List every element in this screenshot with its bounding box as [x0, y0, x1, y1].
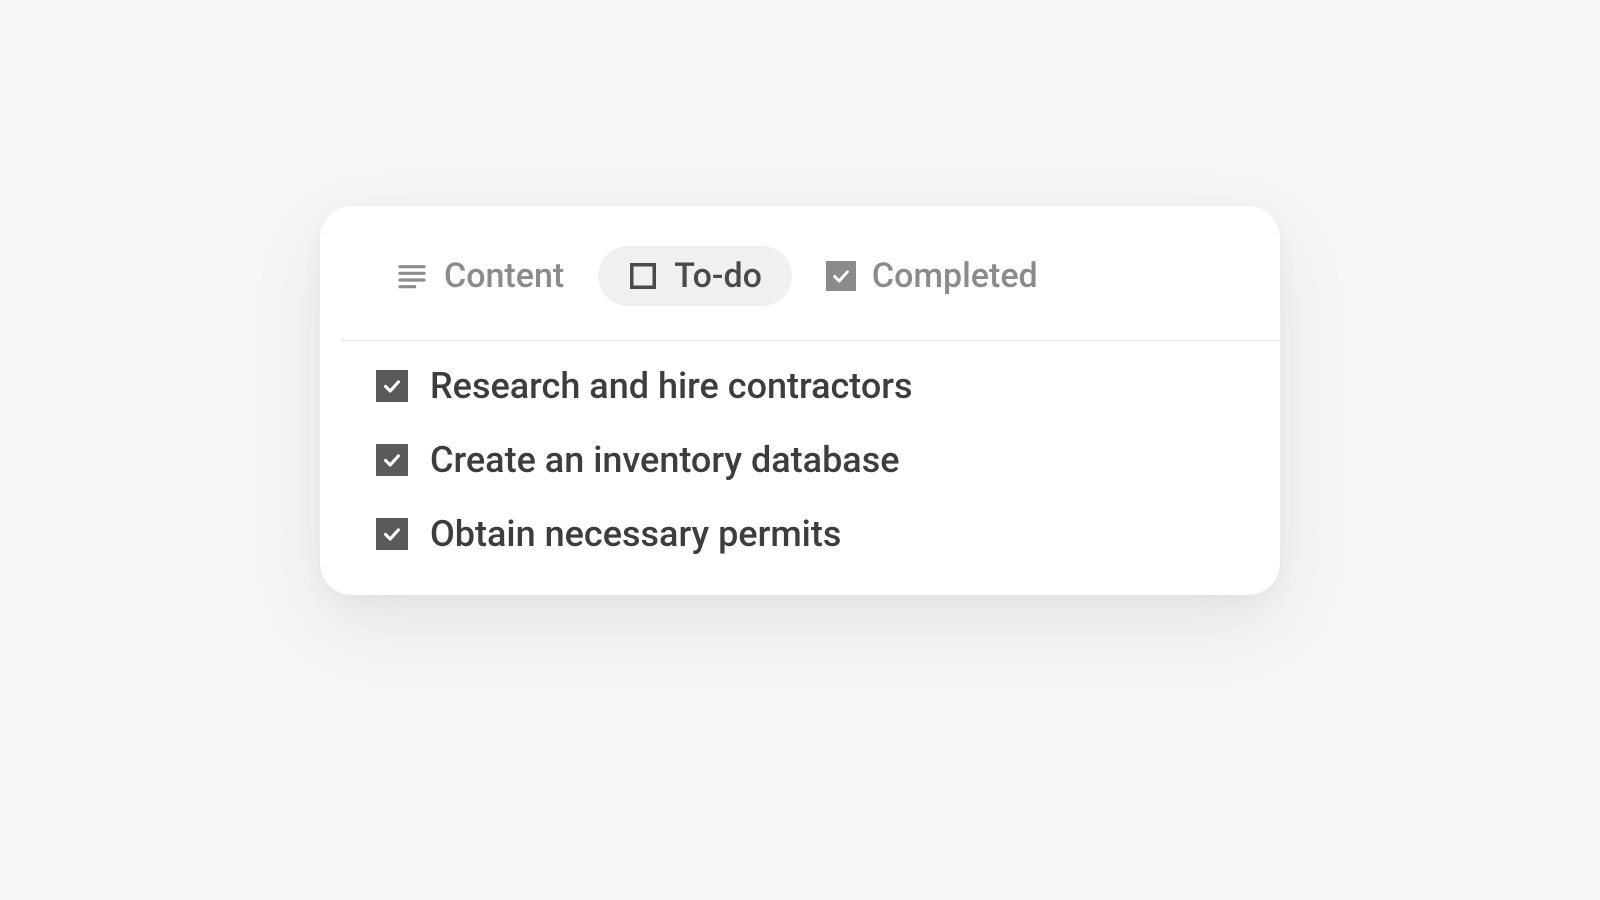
- checkbox-checked-icon[interactable]: [376, 370, 408, 402]
- checkbox-checked-icon[interactable]: [376, 444, 408, 476]
- list-item[interactable]: Create an inventory database: [376, 439, 1224, 481]
- tab-label: To-do: [674, 256, 762, 296]
- tab-label: Content: [444, 256, 564, 296]
- task-label: Research and hire contractors: [430, 365, 913, 407]
- tab-completed[interactable]: Completed: [826, 256, 1038, 296]
- tab-content[interactable]: Content: [396, 256, 564, 296]
- tab-label: Completed: [872, 256, 1038, 296]
- checkbox-empty-icon: [628, 261, 658, 291]
- content-lines-icon: [396, 260, 428, 292]
- tab-todo[interactable]: To-do: [598, 246, 792, 306]
- checkbox-checked-icon[interactable]: [376, 518, 408, 550]
- task-label: Obtain necessary permits: [430, 513, 841, 555]
- task-card: Content To-do Completed: [320, 206, 1280, 595]
- list-item[interactable]: Research and hire contractors: [376, 365, 1224, 407]
- task-list: Research and hire contractors Create an …: [320, 341, 1280, 555]
- task-label: Create an inventory database: [430, 439, 900, 481]
- list-item[interactable]: Obtain necessary permits: [376, 513, 1224, 555]
- tabs-bar: Content To-do Completed: [340, 246, 1280, 341]
- checkbox-checked-icon: [826, 261, 856, 291]
